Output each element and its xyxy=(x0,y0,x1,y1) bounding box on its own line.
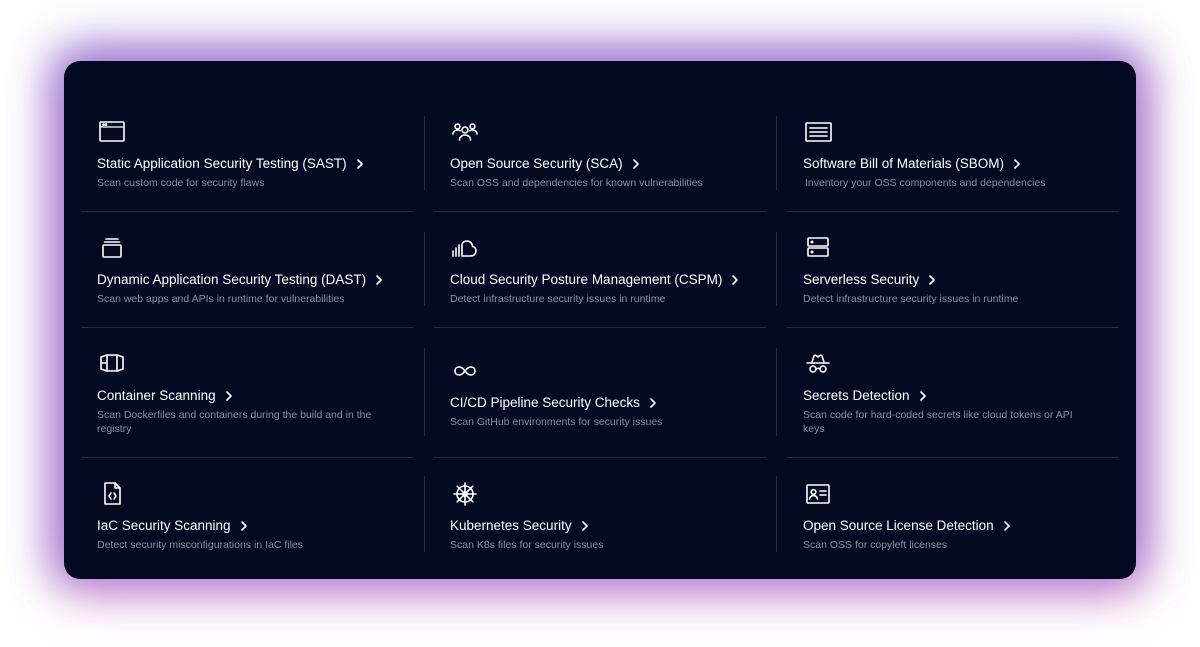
chevron-right-icon xyxy=(649,397,657,409)
row-divider xyxy=(81,457,413,458)
column-divider xyxy=(424,116,425,190)
column-divider xyxy=(776,348,777,436)
row-divider xyxy=(434,327,766,328)
kubernetes-helm-icon xyxy=(450,481,480,507)
row-divider xyxy=(81,327,413,328)
product-title: CI/CD Pipeline Security Checks xyxy=(450,395,640,410)
column-divider xyxy=(776,232,777,306)
row-divider xyxy=(787,457,1119,458)
product-title: Open Source License Detection xyxy=(803,518,994,533)
column-divider xyxy=(424,232,425,306)
product-description: Detect security misconfigurations in IaC… xyxy=(97,539,303,551)
product-item-license-detection[interactable]: Open Source License Detection Scan OSS f… xyxy=(803,481,1103,557)
product-title: Static Application Security Testing (SAS… xyxy=(97,156,347,171)
container-box-icon xyxy=(97,351,127,377)
infinity-icon xyxy=(450,358,480,384)
product-description: Scan OSS and dependencies for known vuln… xyxy=(450,177,703,189)
column-divider xyxy=(776,116,777,190)
product-title: Dynamic Application Security Testing (DA… xyxy=(97,272,367,287)
product-menu-panel: Static Application Security Testing (SAS… xyxy=(64,61,1136,579)
row-divider xyxy=(787,211,1119,212)
row-divider xyxy=(434,211,766,212)
chevron-right-icon xyxy=(356,158,364,170)
row-divider xyxy=(81,211,413,212)
product-item-kubernetes[interactable]: Kubernetes Security Scan K8s files for s… xyxy=(450,481,750,557)
product-item-secrets-detection[interactable]: Secrets Detection Scan code for hard-cod… xyxy=(803,351,1103,441)
chevron-right-icon xyxy=(240,520,248,532)
chevron-right-icon xyxy=(731,274,739,286)
product-description: Detect infrastructure security issues in… xyxy=(803,293,1019,305)
spy-incognito-icon xyxy=(803,351,833,377)
product-item-container-scanning[interactable]: Container Scanning Scan Dockerfiles and … xyxy=(97,351,397,441)
chevron-right-icon xyxy=(375,274,383,286)
chevron-right-icon xyxy=(1013,158,1021,170)
code-file-icon xyxy=(97,481,127,507)
product-title: Cloud Security Posture Management (CSPM) xyxy=(450,272,723,287)
product-title: Software Bill of Materials (SBOM) xyxy=(803,156,1005,171)
chevron-right-icon xyxy=(919,390,927,402)
product-title: Container Scanning xyxy=(97,388,216,403)
product-title: Serverless Security xyxy=(803,272,920,287)
column-divider xyxy=(424,348,425,436)
server-icon xyxy=(803,235,833,261)
layers-stack-icon xyxy=(97,235,127,261)
people-group-icon xyxy=(450,119,480,145)
chevron-right-icon xyxy=(928,274,936,286)
product-description: Scan GitHub environments for security is… xyxy=(450,416,663,428)
column-divider xyxy=(424,476,425,552)
chevron-right-icon xyxy=(1003,520,1011,532)
product-description: Scan code for hard-coded secrets like cl… xyxy=(803,409,1073,435)
product-item-sast[interactable]: Static Application Security Testing (SAS… xyxy=(97,119,397,195)
product-description: Scan OSS for copyleft licenses xyxy=(803,539,948,551)
product-item-cspm[interactable]: Cloud Security Posture Management (CSPM)… xyxy=(450,235,750,311)
product-description: Scan web apps and APIs in runtime for vu… xyxy=(97,293,345,305)
product-title: Kubernetes Security xyxy=(450,518,572,533)
chevron-right-icon xyxy=(581,520,589,532)
product-item-sca[interactable]: Open Source Security (SCA) Scan OSS and … xyxy=(450,119,750,195)
chevron-right-icon xyxy=(632,158,640,170)
product-item-serverless[interactable]: Serverless Security Detect infrastructur… xyxy=(803,235,1103,311)
product-title: Open Source Security (SCA) xyxy=(450,156,623,171)
product-item-dast[interactable]: Dynamic Application Security Testing (DA… xyxy=(97,235,397,311)
product-title: IaC Security Scanning xyxy=(97,518,231,533)
row-divider xyxy=(787,327,1119,328)
cloud-signal-icon xyxy=(450,235,480,261)
product-item-sbom[interactable]: Software Bill of Materials (SBOM) Invent… xyxy=(803,119,1103,195)
document-list-icon xyxy=(803,119,833,145)
product-description: Scan Dockerfiles and containers during t… xyxy=(97,409,372,435)
product-item-cicd[interactable]: CI/CD Pipeline Security Checks Scan GitH… xyxy=(450,358,750,434)
browser-window-icon xyxy=(97,119,127,145)
product-title: Secrets Detection xyxy=(803,388,910,403)
column-divider xyxy=(776,476,777,552)
product-description: Detect infrastructure security issues in… xyxy=(450,293,666,305)
product-description: Scan custom code for security flaws xyxy=(97,177,265,189)
product-description: Inventory your OSS components and depend… xyxy=(805,177,1046,189)
id-card-icon xyxy=(803,481,833,507)
product-description: Scan K8s files for security issues xyxy=(450,539,604,551)
chevron-right-icon xyxy=(225,390,233,402)
row-divider xyxy=(434,457,766,458)
product-item-iac[interactable]: IaC Security Scanning Detect security mi… xyxy=(97,481,397,557)
